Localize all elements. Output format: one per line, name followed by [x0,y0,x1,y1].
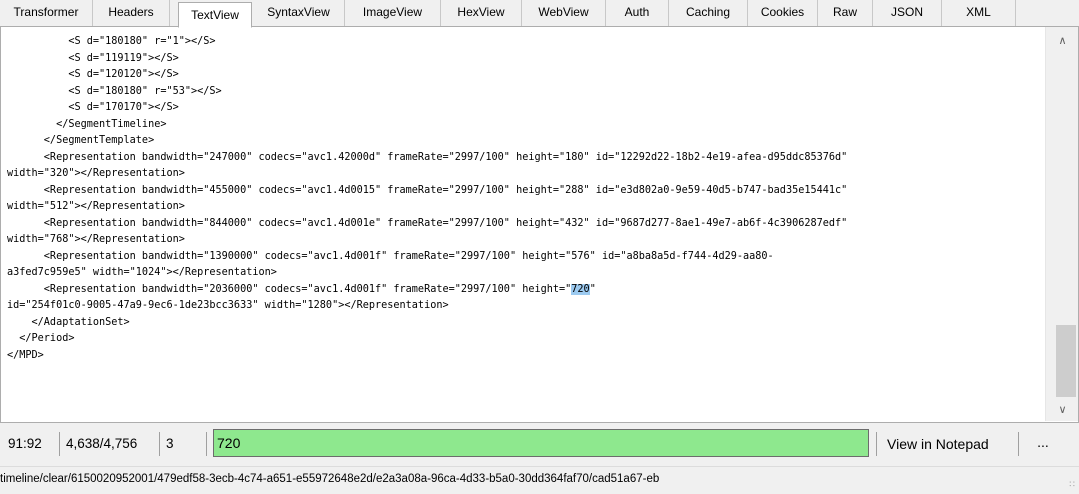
tab-json[interactable]: JSON [873,0,942,26]
tab-transformer[interactable]: Transformer [0,0,93,26]
text-line: <Representation bandwidth="247000" codec… [7,151,848,163]
more-button[interactable]: ... [1028,432,1058,456]
text-line-prefix: <Representation bandwidth="2036000" code… [7,283,572,295]
tab-bar: Transformer Headers TextView SyntaxView … [0,0,1079,28]
cursor-position: 91:92 [2,432,60,456]
find-bar: 91:92 4,638/4,756 3 720 View in Notepad … [0,424,1079,464]
text-line-suffix: " [589,283,596,295]
text-line: <S d="180180" r="1"></S> [7,36,216,47]
tab-auth[interactable]: Auth [606,0,669,26]
find-input[interactable]: 720 [213,429,869,457]
text-content[interactable]: <S d="180180" r="1"></S> <S d="119119"><… [1,27,1043,421]
tab-xml[interactable]: XML [942,0,1016,26]
tab-imageview[interactable]: ImageView [345,0,441,26]
text-line: width="768"></Representation> [7,234,185,245]
text-view[interactable]: <S d="180180" r="1"></S> <S d="119119"><… [0,27,1079,423]
tab-textview[interactable]: TextView [178,2,252,28]
text-line: <Representation bandwidth="455000" codec… [7,184,848,196]
tab-webview[interactable]: WebView [522,0,606,26]
text-line: </SegmentTimeline> [7,118,167,130]
vertical-scrollbar[interactable]: ∧ ∨ [1045,27,1078,421]
text-line-highlighted: <Representation bandwidth="2036000" code… [7,282,1043,299]
resize-grip-icon[interactable]: ∷ [1063,478,1075,490]
text-line: <Representation bandwidth="844000" codec… [7,217,848,229]
text-line: width="512"></Representation> [7,201,185,212]
search-match-highlight: 720 [571,283,590,295]
scrollbar-thumb[interactable] [1056,325,1076,397]
text-line: <S d="119119"></S> [7,52,179,64]
text-line: </MPD> [7,349,44,361]
chevron-up-icon[interactable]: ∧ [1046,33,1079,50]
text-line: a3fed7c959e5" width="1024"></Representat… [7,267,277,278]
tab-cookies[interactable]: Cookies [748,0,818,26]
char-position: 4,638/4,756 [60,432,160,456]
request-url: timeline/clear/6150020952001/479edf58-3e… [0,473,660,485]
chevron-down-icon[interactable]: ∨ [1046,402,1079,419]
text-line: <Representation bandwidth="1390000" code… [7,250,774,262]
url-status-bar: timeline/clear/6150020952001/479edf58-3e… [0,466,1079,494]
text-line: <S d="170170"></S> [7,102,179,113]
selection-length: 3 [160,432,207,456]
tab-caching[interactable]: Caching [669,0,748,26]
tab-headers[interactable]: Headers [93,0,170,26]
view-in-notepad-button[interactable]: View in Notepad [876,432,1019,456]
tab-raw[interactable]: Raw [818,0,873,26]
text-line: width="320"></Representation> [7,168,185,179]
text-line: <S d="120120"></S> [7,69,179,80]
text-line: </SegmentTemplate> [7,135,155,146]
text-line: </AdaptationSet> [7,316,130,328]
tab-hexview[interactable]: HexView [441,0,522,26]
text-line: <S d="180180" r="53"></S> [7,85,222,97]
text-line: </Period> [7,333,75,344]
tab-syntaxview[interactable]: SyntaxView [253,0,345,26]
text-line: id="254f01c0-9005-47a9-9ec6-1de23bcc3633… [7,300,449,311]
